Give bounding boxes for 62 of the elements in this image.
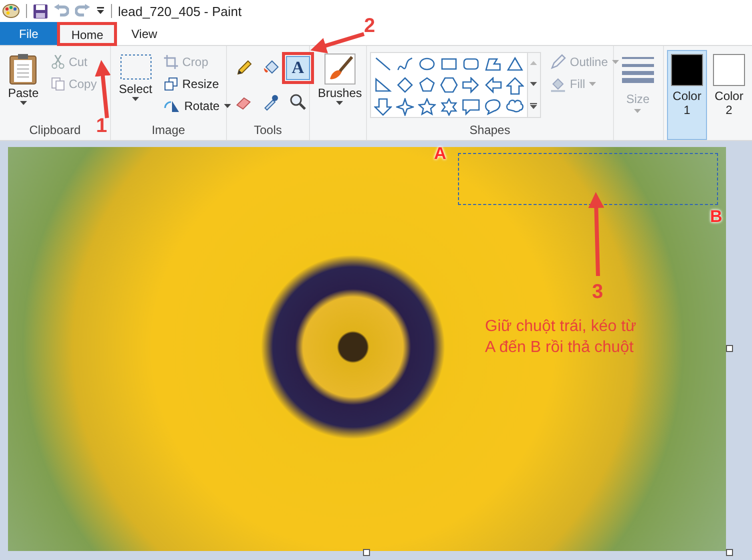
resize-button[interactable]: Resize bbox=[161, 74, 234, 94]
brushes-button[interactable]: Brushes bbox=[312, 50, 367, 140]
crop-icon bbox=[164, 55, 178, 69]
color-button[interactable]: Color 1 bbox=[667, 50, 707, 140]
down-arrow-icon[interactable] bbox=[374, 98, 392, 116]
rotate-button[interactable]: Rotate bbox=[161, 96, 234, 116]
caret-icon bbox=[589, 82, 596, 86]
paste-button[interactable]: Paste bbox=[3, 50, 44, 122]
color-button[interactable]: Color 2 bbox=[709, 50, 749, 140]
outline-icon bbox=[550, 54, 566, 70]
caret-icon bbox=[612, 60, 619, 64]
ribbon-tab[interactable]: Home bbox=[57, 22, 118, 46]
picker-icon bbox=[262, 93, 280, 111]
four-point-star-icon[interactable] bbox=[396, 98, 414, 116]
point-label: A bbox=[434, 145, 446, 163]
step-number: 3 bbox=[592, 282, 604, 302]
caret-icon bbox=[634, 109, 642, 113]
oval-callout-icon[interactable] bbox=[484, 98, 502, 116]
arrow bbox=[310, 32, 365, 54]
copy-icon bbox=[50, 77, 65, 91]
clipboard-icon bbox=[9, 53, 38, 85]
step-number: 1 bbox=[96, 116, 108, 136]
rotate-icon bbox=[164, 99, 180, 113]
ribbon-tab[interactable]: View bbox=[117, 22, 172, 45]
point-label: B bbox=[710, 208, 722, 226]
resize-handle[interactable] bbox=[726, 549, 733, 556]
save-icon[interactable] bbox=[33, 4, 48, 18]
selection-icon bbox=[120, 53, 152, 81]
rectangular-callout-icon[interactable] bbox=[462, 98, 480, 116]
group-label: Clipboard bbox=[29, 122, 81, 139]
caret-icon bbox=[224, 104, 231, 108]
left-arrow-icon[interactable] bbox=[484, 77, 502, 95]
scroll-down-icon[interactable] bbox=[530, 82, 538, 86]
paint-app-icon[interactable] bbox=[2, 3, 20, 19]
instruction-note: Giữ chuột trái, kéo từ A đến B rồi thả chuột bbox=[485, 317, 636, 358]
fill-icon bbox=[550, 76, 566, 92]
resize-icon bbox=[164, 77, 178, 91]
file-menu-tab[interactable]: File bbox=[0, 22, 58, 45]
customize-caret-icon[interactable] bbox=[96, 7, 105, 15]
five-point-star-icon[interactable] bbox=[418, 98, 436, 116]
expand-gallery-icon[interactable] bbox=[530, 102, 538, 109]
caret-icon bbox=[336, 101, 344, 105]
resize-handle[interactable] bbox=[363, 549, 370, 556]
six-point-star-icon[interactable] bbox=[440, 98, 458, 116]
line-width-icon bbox=[622, 55, 654, 83]
right-arrow-icon[interactable] bbox=[462, 77, 480, 95]
up-arrow-icon[interactable] bbox=[506, 77, 524, 95]
diamond-icon[interactable] bbox=[396, 77, 414, 95]
group-label: Tools bbox=[254, 122, 282, 139]
magnifier-icon bbox=[288, 93, 307, 111]
select-button[interactable]: Select bbox=[114, 50, 158, 122]
window-title: lead_720_405 - Paint bbox=[118, 4, 242, 18]
resize-handle[interactable] bbox=[726, 345, 733, 352]
pencil-icon bbox=[234, 59, 253, 77]
caret-icon bbox=[132, 97, 140, 101]
caret-icon bbox=[20, 101, 27, 105]
hexagon-icon[interactable] bbox=[440, 77, 458, 95]
step-number: 2 bbox=[364, 16, 376, 36]
cut-icon bbox=[50, 55, 65, 69]
group-label: Shapes bbox=[470, 122, 510, 139]
group-label: Image bbox=[152, 122, 186, 139]
brush-icon bbox=[324, 53, 356, 85]
